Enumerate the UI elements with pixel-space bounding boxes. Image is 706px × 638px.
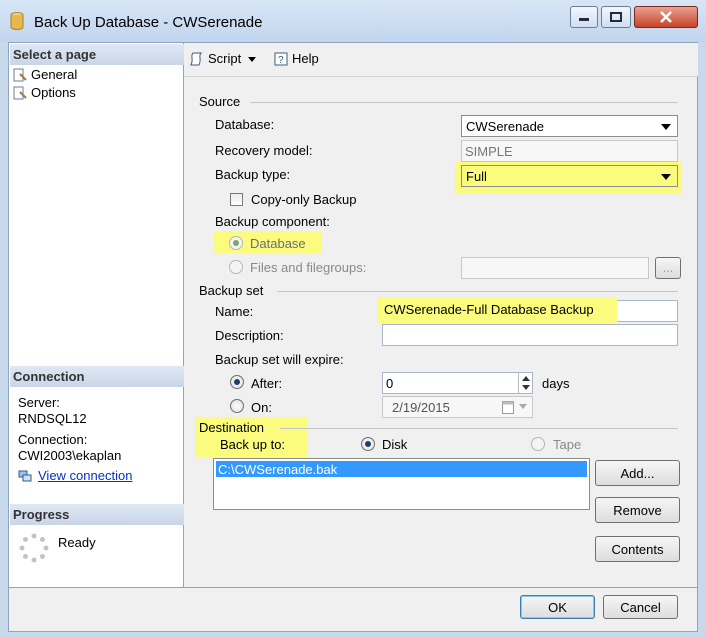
script-button[interactable]: Script <box>190 51 259 66</box>
expire-label: Backup set will expire: <box>215 352 344 367</box>
recovery-model-field: SIMPLE <box>461 140 678 162</box>
database-label: Database: <box>215 117 275 132</box>
days-spinner[interactable] <box>518 373 532 393</box>
expire-on-radio[interactable] <box>230 399 244 413</box>
component-files-label: Files and filegroups: <box>250 260 367 275</box>
footer: OK Cancel <box>184 588 698 632</box>
tape-label: Tape <box>553 437 582 452</box>
ok-button[interactable]: OK <box>520 595 595 619</box>
database-combo[interactable]: CWSerenade <box>461 115 678 137</box>
help-label: Help <box>292 51 319 66</box>
backup-set-group-line <box>277 291 678 292</box>
server-value: RNDSQL12 <box>18 411 87 426</box>
help-icon: ? <box>274 52 288 66</box>
chevron-down-icon <box>248 56 257 62</box>
backup-set-group-label: Backup set <box>199 283 264 298</box>
backup-component-label: Backup component: <box>215 214 330 229</box>
destination-group-line <box>280 428 678 429</box>
days-label: days <box>542 376 570 391</box>
window-title: Back Up Database - CWSerenade <box>34 14 263 31</box>
connection-icon <box>18 470 32 481</box>
list-item[interactable]: C:\CWSerenade.bak <box>216 461 587 477</box>
component-database-label: Database <box>250 236 306 251</box>
contents-button[interactable]: Contents <box>595 536 680 562</box>
expire-date-field: 2/19/2015 <box>382 396 533 418</box>
help-button[interactable]: ? Help <box>274 51 319 66</box>
name-label: Name: <box>215 304 254 319</box>
toolbar: Script ? Help <box>184 43 698 77</box>
spin-up-icon <box>522 376 530 381</box>
description-field[interactable] <box>382 324 678 346</box>
backup-type-label: Backup type: <box>215 167 291 182</box>
progress-status: Ready <box>58 535 96 550</box>
page-icon <box>13 68 27 81</box>
copy-only-label: Copy-only Backup <box>251 192 357 207</box>
page-item-general[interactable]: General <box>13 67 77 82</box>
expire-days-field[interactable]: 0 <box>382 372 533 394</box>
cancel-button[interactable]: Cancel <box>603 595 678 619</box>
progress-header: Progress <box>10 504 184 525</box>
backup-type-value: Full <box>466 169 487 184</box>
connection-header: Connection <box>10 366 184 387</box>
minimize-button[interactable] <box>570 6 598 28</box>
connection-label: Connection: <box>18 432 88 447</box>
backup-to-label: Back up to: <box>220 437 286 452</box>
expire-on-label: On: <box>251 400 272 415</box>
filegroups-browse-button[interactable]: ... <box>655 257 681 279</box>
progress-spinner-icon <box>19 533 49 563</box>
select-page-header: Select a page <box>10 44 184 65</box>
backup-type-combo[interactable]: Full <box>461 165 678 187</box>
left-panel: Select a page General Options Connection… <box>8 42 184 588</box>
remove-button[interactable]: Remove <box>595 497 680 523</box>
svg-text:?: ? <box>278 55 284 66</box>
add-button[interactable]: Add... <box>595 460 680 486</box>
expire-after-label: After: <box>251 376 283 391</box>
view-connection-link[interactable]: View connection <box>18 468 132 483</box>
expire-days-value: 0 <box>386 376 394 391</box>
expire-after-radio[interactable] <box>230 375 244 389</box>
calendar-icon <box>502 401 514 414</box>
destination-list[interactable]: C:\CWSerenade.bak <box>213 458 590 510</box>
right-panel: Script ? Help Source Database: CWSerenad… <box>184 42 698 588</box>
tape-radio[interactable] <box>531 437 545 451</box>
connection-value: CWI2003\ekaplan <box>18 448 122 463</box>
page-item-options[interactable]: Options <box>13 85 76 100</box>
chevron-down-icon <box>661 124 671 130</box>
view-connection-text: View connection <box>38 468 133 483</box>
description-label: Description: <box>215 328 284 343</box>
database-value: CWSerenade <box>466 119 545 134</box>
database-icon <box>10 12 24 30</box>
page-item-label: General <box>31 67 78 82</box>
server-label: Server: <box>18 395 60 410</box>
footer-left <box>8 588 184 632</box>
copy-only-checkbox[interactable] <box>230 193 243 206</box>
source-group-line <box>250 102 678 103</box>
source-group-label: Source <box>199 94 241 109</box>
minimize-icon <box>579 18 589 21</box>
destination-group-label: Destination <box>199 420 265 435</box>
expire-date-value: 2/19/2015 <box>392 400 450 415</box>
script-label: Script <box>208 51 242 66</box>
page-item-label: Options <box>31 85 76 100</box>
close-icon <box>660 11 672 23</box>
chevron-down-icon <box>519 404 527 409</box>
maximize-icon <box>610 12 622 22</box>
component-files-radio[interactable] <box>229 260 243 274</box>
maximize-button[interactable] <box>601 6 631 28</box>
script-icon <box>190 52 203 65</box>
name-value: CWSerenade-Full Database Backup <box>377 297 617 323</box>
recovery-model-label: Recovery model: <box>215 143 313 158</box>
title-bar: Back Up Database - CWSerenade <box>0 0 706 42</box>
filegroups-field <box>461 257 649 279</box>
component-database-radio[interactable] <box>229 236 243 250</box>
chevron-down-icon <box>661 174 671 180</box>
spin-down-icon <box>522 385 530 390</box>
close-button[interactable] <box>634 6 698 28</box>
page-icon <box>13 86 27 99</box>
disk-radio[interactable] <box>361 437 375 451</box>
disk-label: Disk <box>382 437 408 452</box>
